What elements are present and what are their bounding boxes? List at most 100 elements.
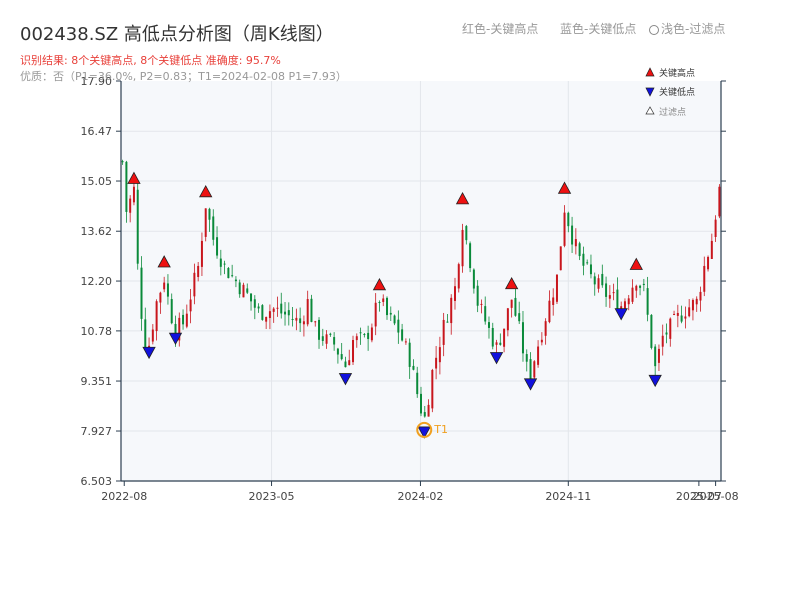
candle-body bbox=[359, 332, 362, 334]
candle-body bbox=[299, 318, 302, 324]
candle-body bbox=[408, 342, 411, 367]
candle-body bbox=[393, 315, 396, 324]
top-legend-red: 红色-关键高点 bbox=[462, 22, 539, 36]
candle-body bbox=[665, 332, 668, 335]
candle-body bbox=[321, 336, 324, 341]
candle-body bbox=[129, 198, 132, 213]
candle-body bbox=[552, 297, 555, 305]
candle-body bbox=[166, 283, 169, 297]
candle-body bbox=[363, 334, 366, 336]
candle-body bbox=[204, 208, 207, 237]
candle-body bbox=[404, 341, 407, 343]
candle-body bbox=[272, 308, 275, 312]
candle-body bbox=[355, 336, 358, 341]
candle-body bbox=[374, 302, 377, 327]
candle-body bbox=[155, 301, 158, 332]
candle-body bbox=[302, 321, 305, 325]
recognition-status: 识别结果: 8个关键高点, 8个关键低点 准确度: 95.7% bbox=[20, 54, 281, 67]
legend-high-marker-icon bbox=[645, 67, 655, 77]
candle-body bbox=[484, 306, 487, 322]
candle-body bbox=[544, 321, 547, 336]
candle-body bbox=[537, 346, 540, 365]
candle-body bbox=[318, 319, 321, 340]
candle-body bbox=[427, 404, 430, 417]
candle-body bbox=[521, 322, 524, 354]
candle-body bbox=[597, 278, 600, 289]
candle-body bbox=[555, 274, 558, 302]
y-tick-label: 12.20 bbox=[81, 275, 113, 288]
candle-body bbox=[442, 319, 445, 345]
candle-body bbox=[200, 240, 203, 267]
candle-body bbox=[151, 329, 154, 342]
candle-body bbox=[707, 256, 710, 270]
candle-body bbox=[348, 360, 351, 366]
candle-body bbox=[306, 299, 309, 325]
y-tick-label: 16.47 bbox=[81, 125, 113, 138]
chart-title: 002438.SZ 高低点分析图（周K线图） bbox=[20, 24, 334, 45]
candle-body bbox=[268, 311, 271, 319]
candle-body bbox=[197, 265, 200, 277]
candle-body bbox=[185, 313, 188, 327]
candle-body bbox=[639, 285, 642, 288]
candle-body bbox=[423, 412, 426, 417]
candle-body bbox=[340, 354, 343, 360]
candle-body bbox=[457, 264, 460, 289]
candle-body bbox=[699, 291, 702, 301]
candle-body bbox=[669, 318, 672, 339]
candle-body bbox=[438, 347, 441, 363]
t1-label: T1 bbox=[433, 423, 448, 436]
candle-body bbox=[540, 339, 543, 343]
candle-body bbox=[650, 314, 653, 348]
y-tick-label: 6.503 bbox=[81, 475, 113, 488]
candle-body bbox=[601, 273, 604, 286]
candle-body bbox=[125, 161, 128, 212]
candle-body bbox=[212, 216, 215, 240]
candle-body bbox=[314, 321, 317, 323]
candle-body bbox=[329, 333, 332, 335]
candle-body bbox=[461, 229, 464, 267]
candle-body bbox=[163, 282, 166, 290]
quality-note: 优质：否（P1=36.0%, P2=0.83；T1=2024-02-08 P1=… bbox=[20, 70, 347, 83]
candle-body bbox=[446, 321, 449, 323]
legend-high-label: 关键高点 bbox=[659, 67, 695, 79]
candle-body bbox=[159, 292, 162, 303]
candle-body bbox=[506, 308, 509, 331]
candle-body bbox=[635, 285, 638, 291]
candle-body bbox=[378, 302, 381, 304]
candle-body bbox=[170, 299, 173, 324]
candle-body bbox=[714, 219, 717, 238]
candle-body bbox=[295, 317, 298, 321]
candle-body bbox=[261, 305, 264, 320]
candlestick-chart: T1 6.503 7.927 9.351 10.78 12.20 13.62 15.05 16… bbox=[81, 67, 739, 503]
candle-body bbox=[642, 283, 645, 286]
candle-body bbox=[582, 253, 585, 266]
candle-body bbox=[450, 297, 453, 324]
candle-body bbox=[253, 299, 256, 308]
candle-body bbox=[718, 186, 721, 217]
candle-body bbox=[589, 264, 592, 275]
candle-body bbox=[499, 342, 502, 345]
candle-body bbox=[623, 301, 626, 309]
candle-body bbox=[684, 316, 687, 319]
candle-body bbox=[382, 298, 385, 302]
candle-body bbox=[284, 311, 287, 315]
candle-body bbox=[548, 300, 551, 323]
candle-body bbox=[578, 243, 581, 257]
candle-body bbox=[627, 298, 630, 305]
x-tick-label: 2024-11 bbox=[545, 490, 591, 503]
candle-body bbox=[246, 288, 249, 293]
candle-body bbox=[389, 312, 392, 315]
candle-body bbox=[680, 315, 683, 322]
candle-body bbox=[525, 354, 528, 362]
candle-body bbox=[676, 312, 679, 316]
candle-body bbox=[503, 328, 506, 347]
candle-body bbox=[310, 298, 313, 322]
y-tick-label: 9.351 bbox=[81, 375, 113, 388]
candle-body bbox=[336, 348, 339, 355]
candle-body bbox=[673, 313, 676, 315]
candle-body bbox=[688, 307, 691, 317]
candle-body bbox=[657, 348, 660, 363]
candle-body bbox=[223, 263, 226, 265]
candle-body bbox=[189, 299, 192, 312]
candle-body bbox=[646, 288, 649, 315]
